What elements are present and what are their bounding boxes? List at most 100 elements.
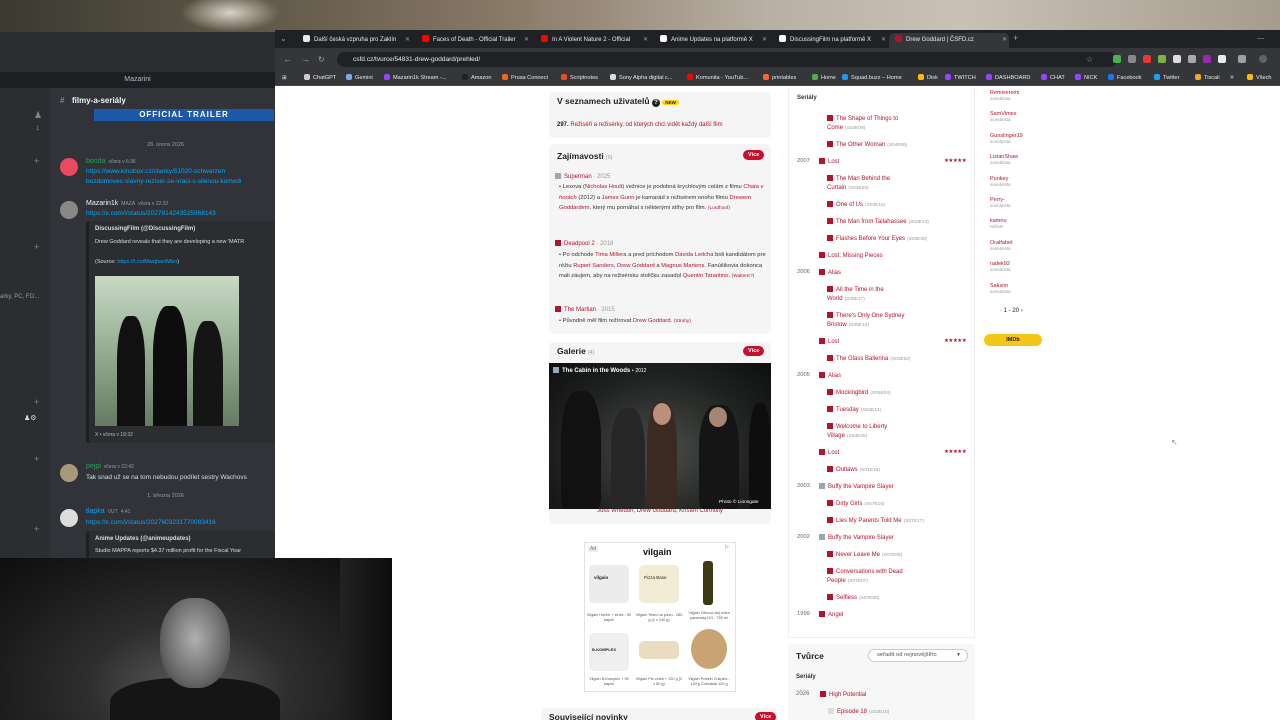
product-image[interactable]: B-KOMPLEX — [589, 633, 629, 671]
person-link[interactable]: James Gunn — [602, 195, 635, 201]
bookmark[interactable]: DASHBOARD — [986, 70, 1030, 86]
embed-image[interactable] — [95, 276, 239, 426]
person-link[interactable]: Tima Millera — [595, 252, 626, 258]
bookmark[interactable]: CHAT — [1041, 70, 1065, 86]
bookmark[interactable]: Home — [812, 70, 836, 86]
extension-icon[interactable] — [1218, 55, 1226, 63]
trivia-author[interactable]: (Lordhoof) — [708, 206, 730, 211]
series-title[interactable]: Alias — [828, 270, 841, 276]
bookmark[interactable]: Amazon — [462, 70, 492, 86]
trivia-more-button[interactable]: Více — [743, 150, 765, 160]
episode-row[interactable]: Dirty Girls (S07E18) — [827, 500, 885, 507]
browser-tab[interactable]: Další česká vzpruha pro Zaklín ✕ — [297, 33, 412, 48]
bookmark-label[interactable]: Prusa Connect — [511, 75, 548, 81]
episode-row[interactable]: All the Time in the World (S05E17) — [827, 286, 917, 304]
episode-row[interactable]: One of Us (S03E16) — [827, 201, 885, 208]
person-link[interactable]: Nicholas Hoult — [585, 184, 622, 190]
close-icon[interactable]: ✕ — [762, 33, 767, 48]
avatar[interactable] — [60, 201, 78, 219]
series-row[interactable]: Lost: Missing Pieces — [819, 252, 883, 259]
bookmark-label[interactable]: Twitter — [1163, 75, 1179, 81]
episode-row[interactable]: Conversations with Dead People (S07E07) — [827, 568, 917, 586]
help-icon[interactable]: ? — [651, 99, 660, 107]
profile-avatar[interactable] — [1259, 55, 1267, 63]
more-bookmarks-icon[interactable]: » — [1230, 70, 1234, 86]
message-link[interactable]: https://x.com/i/status/20276032317700834… — [86, 519, 216, 526]
series-row[interactable]: Lost — [819, 338, 839, 345]
person-link[interactable]: Quentin Tarantino — [683, 273, 729, 279]
episode-title[interactable]: Dirty Girls — [836, 501, 862, 507]
bookmark[interactable]: ChatGPT — [304, 70, 336, 86]
person-link[interactable]: Rupert Sanders — [573, 263, 614, 269]
back-icon[interactable]: ← — [283, 52, 292, 67]
product-image[interactable]: Pizza Base — [639, 565, 679, 603]
embed-title[interactable]: DiscussingFilm (@DiscussingFilm) — [95, 226, 195, 232]
sort-value[interactable]: seřadit od nejnovějšího — [877, 652, 937, 658]
show-title[interactable]: High Potential — [829, 692, 866, 698]
user-item[interactable]: Oralfabet scenárista — [990, 240, 1013, 251]
add-icon[interactable]: + — [34, 454, 39, 464]
episode-title[interactable]: Lies My Parents Told Me — [836, 518, 902, 524]
close-icon[interactable]: ✕ — [405, 33, 410, 48]
product-name[interactable]: Vilgain B-Komplex + 90 kapslí — [585, 677, 633, 687]
trivia-film[interactable]: Deadpool 2 · 2018 — [555, 240, 613, 247]
bookmark-star-icon[interactable]: ☆ — [1086, 52, 1093, 67]
browser-tab[interactable]: Anime Updates na platformě X ✕ — [654, 33, 769, 48]
extension-icon[interactable] — [1113, 55, 1121, 63]
series-row[interactable]: Lost — [819, 449, 839, 456]
extension-icon[interactable] — [1143, 55, 1151, 63]
related-news-more-button[interactable]: Více — [755, 712, 777, 720]
creator-show[interactable]: High Potential — [820, 691, 866, 698]
episode-row[interactable]: Tuesday (S04E13) — [827, 406, 881, 413]
episode-title[interactable]: Never Leave Me — [836, 552, 880, 558]
message-author[interactable]: bonda včera v 6:36 — [86, 158, 136, 165]
adchoices-icon[interactable]: ▷ — [725, 544, 729, 550]
bookmark-label[interactable]: TWITCH — [954, 75, 976, 81]
message-link[interactable]: bezdomovec-slavny-reziser-se-vraci-s-sil… — [86, 178, 241, 185]
episode-row[interactable]: There's Only One Sydney Bristow (S05E12) — [827, 312, 917, 330]
person-link[interactable]: Drew Goddard — [617, 263, 655, 269]
user-item[interactable]: Punkey scenárista — [990, 176, 1011, 187]
add-icon[interactable]: + — [34, 242, 39, 252]
episode-title[interactable]: Mockingbird — [836, 390, 868, 396]
bookmark[interactable]: Komunita - YouTub... — [687, 70, 748, 86]
user-item[interactable]: Remixeremi scenárista — [990, 90, 1019, 101]
person-link[interactable]: Magnus Martens — [661, 263, 704, 269]
bookmark-label[interactable]: Scriptnotes — [570, 75, 598, 81]
bookmark-label[interactable]: printables — [772, 75, 796, 81]
add-icon[interactable]: + — [34, 156, 39, 166]
bookmark-label[interactable]: Všech — [1256, 75, 1272, 81]
episode-title[interactable]: Tuesday — [836, 407, 859, 413]
series-title[interactable]: Angel — [828, 612, 843, 618]
extension-icon[interactable] — [1173, 55, 1181, 63]
person-link[interactable]: Drew Goddard — [633, 318, 671, 324]
address-bar[interactable]: csfd.cz/tvurce/54831-drew-goddard/prehle… — [337, 52, 1117, 67]
series-row[interactable]: Buffy the Vampire Slayer — [819, 534, 894, 541]
bookmark[interactable]: Squad.buzz – Home — [842, 70, 902, 86]
extension-icon[interactable] — [1203, 55, 1211, 63]
ad-brand[interactable]: vilgain — [643, 547, 672, 557]
episode-title[interactable]: Selfless — [836, 595, 857, 601]
episode-title[interactable]: One of Us — [836, 202, 863, 208]
user-name[interactable]: Oralfabet — [990, 240, 1013, 246]
author-name[interactable]: Mazarin1k — [86, 200, 118, 207]
tab-search-icon[interactable]: ⌄ — [280, 31, 287, 46]
bookmark[interactable]: Všech — [1247, 70, 1272, 86]
bookmark-label[interactable]: Gemini — [355, 75, 373, 81]
series-title[interactable]: Lost — [828, 339, 839, 345]
bookmark[interactable]: Tiscali — [1195, 70, 1220, 86]
channel-settings-icon[interactable]: ♟⚙ — [24, 414, 37, 422]
bookmark[interactable]: Twitter — [1154, 70, 1179, 86]
imdb-button[interactable]: IMDb — [984, 334, 1042, 346]
extension-icon[interactable] — [1188, 55, 1196, 63]
bookmark[interactable]: Scriptnotes — [561, 70, 598, 86]
episode-title[interactable]: Flashes Before Your Eyes — [836, 236, 905, 242]
embed-title[interactable]: Anime Updates (@animeupdates) — [95, 536, 191, 542]
bookmark-label[interactable]: DASHBOARD — [995, 75, 1030, 81]
series-title[interactable]: Alias — [828, 373, 841, 379]
sort-select[interactable]: seřadit od nejnovějšího ▼ — [868, 649, 968, 662]
series-row[interactable]: Lost — [819, 158, 839, 165]
series-title[interactable]: Buffy the Vampire Slayer — [828, 535, 894, 541]
trivia-author[interactable]: (Struhy) — [674, 319, 691, 324]
user-item[interactable]: SamVimes scenárista — [990, 111, 1017, 122]
